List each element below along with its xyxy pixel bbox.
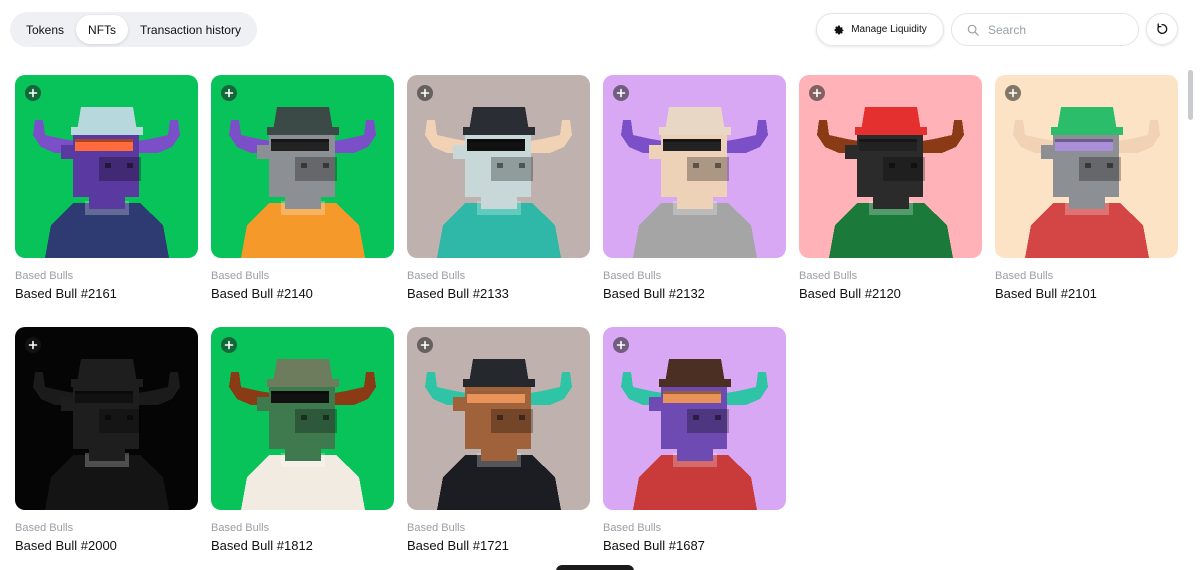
plus-icon xyxy=(616,88,626,98)
bull-artwork xyxy=(603,327,786,510)
nft-name: Based Bull #2132 xyxy=(603,286,705,301)
add-nft-button[interactable] xyxy=(613,85,629,101)
nft-image[interactable] xyxy=(603,327,786,510)
add-nft-button[interactable] xyxy=(221,85,237,101)
nft-card[interactable]: Based Bulls Based Bull #1721 xyxy=(407,327,590,562)
bull-artwork xyxy=(15,327,198,510)
nft-collection-label: Based Bulls xyxy=(15,522,74,534)
plus-icon xyxy=(224,340,234,350)
nft-collection-label: Based Bulls xyxy=(211,270,270,282)
bull-artwork xyxy=(15,75,198,258)
bull-artwork xyxy=(603,75,786,258)
nft-image[interactable] xyxy=(15,327,198,510)
bull-artwork xyxy=(407,327,590,510)
nft-name: Based Bull #2101 xyxy=(995,286,1097,301)
nft-card[interactable]: Based Bulls Based Bull #2133 xyxy=(407,75,590,310)
nft-image[interactable] xyxy=(407,327,590,510)
nft-grid: Based Bulls Based Bull #2161 Based Bulls… xyxy=(15,75,1178,562)
plus-icon xyxy=(28,340,38,350)
nft-name: Based Bull #2000 xyxy=(15,538,117,553)
tab-nfts[interactable]: NFTs xyxy=(76,15,129,44)
tab-transaction-history[interactable]: Transaction history xyxy=(128,15,253,44)
refresh-icon xyxy=(1157,23,1168,34)
bull-artwork xyxy=(995,75,1178,258)
nft-image[interactable] xyxy=(211,75,394,258)
nft-collection-label: Based Bulls xyxy=(603,270,662,282)
nft-card[interactable]: Based Bulls Based Bull #2000 xyxy=(15,327,198,562)
nft-collection-label: Based Bulls xyxy=(407,270,466,282)
tab-tokens[interactable]: Tokens xyxy=(14,15,76,44)
asset-tabs: Tokens NFTs Transaction history xyxy=(10,12,257,47)
manage-liquidity-button[interactable]: Manage Liquidity xyxy=(816,13,944,46)
add-nft-button[interactable] xyxy=(417,85,433,101)
nft-card[interactable]: Based Bulls Based Bull #2120 xyxy=(799,75,982,310)
nft-name: Based Bull #1721 xyxy=(407,538,509,553)
add-nft-button[interactable] xyxy=(417,337,433,353)
nft-name: Based Bull #2161 xyxy=(15,286,117,301)
nft-image[interactable] xyxy=(603,75,786,258)
bottom-floating-bar[interactable] xyxy=(556,565,634,570)
nft-image[interactable] xyxy=(15,75,198,258)
nft-collection-label: Based Bulls xyxy=(603,522,662,534)
search-box xyxy=(951,13,1139,46)
gear-icon xyxy=(834,25,844,34)
nft-collection-label: Based Bulls xyxy=(799,270,858,282)
manage-liquidity-label: Manage Liquidity xyxy=(851,24,927,35)
scrollbar-thumb[interactable] xyxy=(1188,70,1193,120)
nft-collection-label: Based Bulls xyxy=(995,270,1054,282)
add-nft-button[interactable] xyxy=(25,337,41,353)
nft-name: Based Bull #1687 xyxy=(603,538,705,553)
plus-icon xyxy=(1008,88,1018,98)
search-icon xyxy=(967,24,979,36)
bull-artwork xyxy=(211,327,394,510)
plus-icon xyxy=(28,88,38,98)
nft-image[interactable] xyxy=(211,327,394,510)
nft-name: Based Bull #1812 xyxy=(211,538,313,553)
nft-image[interactable] xyxy=(995,75,1178,258)
add-nft-button[interactable] xyxy=(25,85,41,101)
nft-name: Based Bull #2140 xyxy=(211,286,313,301)
nft-name: Based Bull #2133 xyxy=(407,286,509,301)
refresh-button[interactable] xyxy=(1146,13,1178,45)
nft-card[interactable]: Based Bulls Based Bull #2101 xyxy=(995,75,1178,310)
bull-artwork xyxy=(407,75,590,258)
plus-icon xyxy=(812,88,822,98)
search-input[interactable] xyxy=(988,22,1128,37)
bull-artwork xyxy=(799,75,982,258)
plus-icon xyxy=(224,88,234,98)
nft-image[interactable] xyxy=(407,75,590,258)
plus-icon xyxy=(420,88,430,98)
nft-image[interactable] xyxy=(799,75,982,258)
nft-collection-label: Based Bulls xyxy=(211,522,270,534)
nft-card[interactable]: Based Bulls Based Bull #2140 xyxy=(211,75,394,310)
add-nft-button[interactable] xyxy=(809,85,825,101)
bull-artwork xyxy=(211,75,394,258)
nft-card[interactable]: Based Bulls Based Bull #2132 xyxy=(603,75,786,310)
plus-icon xyxy=(420,340,430,350)
add-nft-button[interactable] xyxy=(1005,85,1021,101)
nft-card[interactable]: Based Bulls Based Bull #2161 xyxy=(15,75,198,310)
add-nft-button[interactable] xyxy=(221,337,237,353)
nft-name: Based Bull #2120 xyxy=(799,286,901,301)
nft-collection-label: Based Bulls xyxy=(15,270,74,282)
nft-collection-label: Based Bulls xyxy=(407,522,466,534)
nft-card[interactable]: Based Bulls Based Bull #1687 xyxy=(603,327,786,562)
nft-card[interactable]: Based Bulls Based Bull #1812 xyxy=(211,327,394,562)
add-nft-button[interactable] xyxy=(613,337,629,353)
plus-icon xyxy=(616,340,626,350)
